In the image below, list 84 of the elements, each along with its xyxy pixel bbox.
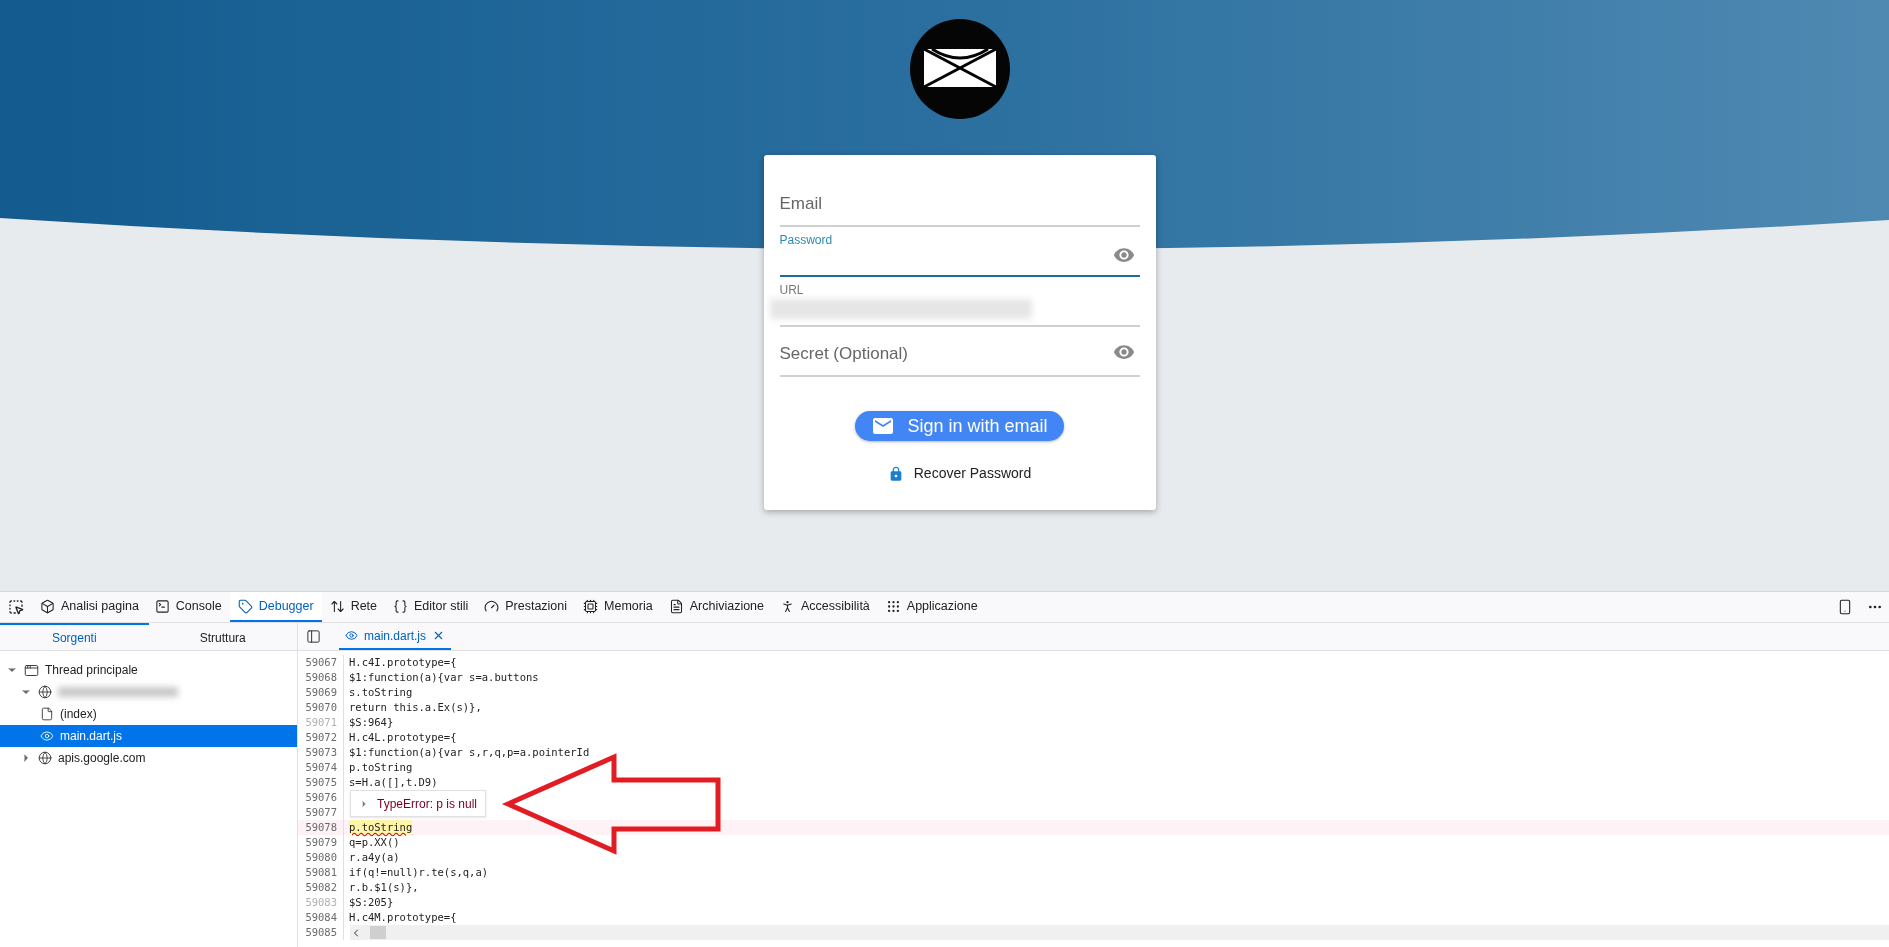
expand-caret-icon[interactable] [359,798,369,809]
code-line: H.c4I.prototype={ [349,654,457,670]
code-line: if(q!=null)r.te(s,q,a) [349,864,489,880]
braces-icon [393,598,409,614]
code-line: r.b.$1(s)}, [349,879,419,895]
toggle-sidebar-icon[interactable] [306,629,321,644]
globe-icon [38,685,52,699]
devtools-tab[interactable]: Applicazione [877,592,986,622]
pick-element-icon[interactable] [8,599,24,615]
devtools-tab[interactable]: Analisi pagina [32,592,147,622]
globe-icon [38,751,52,765]
grid-icon [885,598,901,614]
eye-icon [40,729,54,743]
line-number: 59072 [304,729,338,745]
code-line: q=p.XX() [349,834,400,850]
devtools-tab[interactable]: Memoria [575,592,661,622]
line-number: 59082 [304,879,338,895]
devtools-tab[interactable]: Console [146,592,230,622]
line-number: 59074 [304,759,338,775]
panel-tab[interactable]: Struttura [148,623,297,650]
tree-item[interactable]: (index) [0,703,297,725]
text-field[interactable]: Password [779,227,1140,277]
line-number: 59078 [304,819,338,835]
line-number: 59084 [304,909,338,925]
line-number: 59073 [304,744,338,760]
box-icon [40,598,55,614]
editor-tab-label: main.dart.js [364,627,427,645]
line-number: 59080 [304,849,338,865]
scrollbar-thumb[interactable] [370,926,386,939]
sign-in-button[interactable]: Sign in with email [855,411,1064,441]
editor-tab[interactable]: main.dart.js [339,623,452,650]
line-number: 59069 [304,684,338,700]
devtools-tab[interactable]: Editor stili [385,592,477,622]
code-line: $1:function(a){var s,r,q,p=a.pointerId [349,744,590,760]
recover-password-link[interactable]: Recover Password [887,463,1032,484]
line-number: 59071 [304,714,338,730]
gauge-icon [484,598,500,614]
error-popup[interactable]: TypeError: p is null [350,790,487,817]
tag-icon [237,598,253,614]
field-label: Password [779,233,833,247]
eye-icon [345,629,358,642]
code-line: $S:964} [349,714,394,730]
text-field[interactable]: Email [779,177,1140,227]
text-field[interactable]: Secret (Optional) [779,327,1140,377]
document-icon [668,598,684,614]
panel-tab[interactable]: Sorgenti [0,623,149,650]
line-number: 59076 [304,789,338,805]
field-label: Email [779,192,822,215]
code-line: H.c4L.prototype={ [349,729,457,745]
code-line: $1:function(a){var s=a.buttons [349,669,539,685]
line-number: 59081 [304,864,338,880]
tree-item[interactable]: apis.google.com [0,747,297,769]
line-number: 59079 [304,834,338,850]
field-label: URL [779,283,804,297]
line-number: 59067 [304,654,338,670]
text-field[interactable]: URL [779,277,1140,327]
line-number: 59077 [304,804,338,820]
field-label: Secret (Optional) [779,342,908,365]
code-line: H.c4M.prototype={ [349,909,457,925]
code-line: p.toString [349,759,413,775]
devtools-tab[interactable]: Accessibilità [772,592,878,622]
terminal-icon [154,598,170,614]
line-number: 59070 [304,699,338,715]
tree-item[interactable]: main.dart.js [0,725,297,747]
devtools-tab[interactable]: Rete [321,592,386,622]
tree-item[interactable]: Thread principale [0,659,297,681]
arrows-icon [329,598,345,614]
devtools-tab[interactable]: Debugger [229,592,322,622]
line-number: 59075 [304,774,338,790]
responsive-design-icon[interactable] [1837,599,1853,615]
horizontal-scrollbar[interactable] [350,925,1889,940]
devtools-tab[interactable]: Archiviazione [660,592,773,622]
devtools-tab[interactable]: Prestazioni [476,592,576,622]
file-icon [40,707,54,721]
line-number: 59083 [304,894,338,910]
line-number: 59068 [304,669,338,685]
chip-icon [583,598,599,614]
code-line: s.toString [349,684,413,700]
code-line: s=H.a([],t.D9) [349,774,438,790]
code-line: $S:205} [349,894,394,910]
window-icon [24,662,39,678]
code-line: return this.a.Ex(s)}, [349,699,482,715]
code-line: r.a4y(a) [349,849,400,865]
line-number: 59085 [304,924,338,940]
